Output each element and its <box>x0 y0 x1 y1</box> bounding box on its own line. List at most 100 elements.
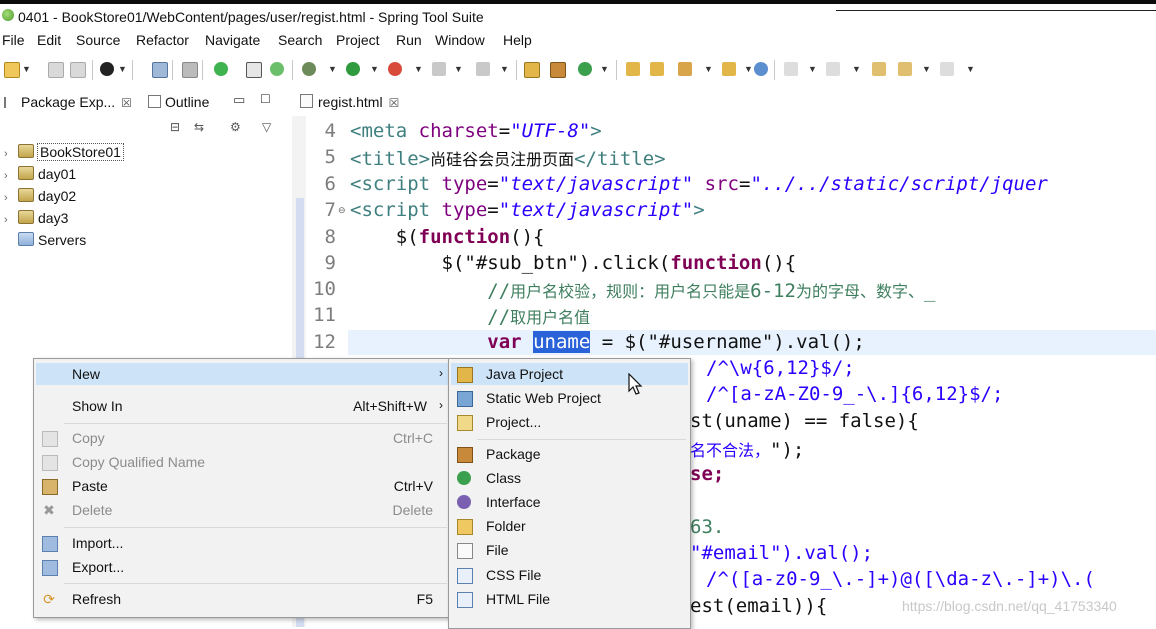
minimize-icon[interactable]: ▭ <box>233 92 245 108</box>
code-line-15-fragment[interactable]: st(uname) == false){ <box>690 410 919 432</box>
collapse-all-icon[interactable]: ⊟ <box>170 120 180 134</box>
menu-help[interactable]: Help <box>503 32 532 48</box>
menu-item-export[interactable]: Export... <box>36 556 449 578</box>
save-all-icon[interactable] <box>70 62 86 78</box>
menu-file[interactable]: File <box>2 32 25 48</box>
globe-icon[interactable] <box>754 62 768 76</box>
code-line-19-fragment[interactable]: 63. <box>690 516 724 538</box>
menu-item-delete[interactable]: ✖ Delete Delete <box>36 499 449 521</box>
code-line-16-fragment[interactable]: 名不合法，"); <box>690 437 804 461</box>
tree-item-day3[interactable]: › day3 <box>4 210 68 230</box>
code-line-13-fragment[interactable]: /^\w{6,12}$/; <box>706 357 855 379</box>
new-java-project-icon[interactable] <box>524 62 540 78</box>
tab-outline[interactable]: Outline <box>148 94 209 110</box>
menu-item-paste[interactable]: Paste Ctrl+V <box>36 475 449 497</box>
code-line-11[interactable]: //取用户名值 <box>350 304 590 328</box>
open-type-icon[interactable] <box>626 62 640 76</box>
chevron-down-icon[interactable]: ▼ <box>118 64 127 74</box>
submenu-item-static-web-project[interactable]: Static Web Project <box>451 387 688 409</box>
menu-item-refresh[interactable]: ⟳ Refresh F5 <box>36 588 449 610</box>
prev-annotation-icon[interactable] <box>826 62 840 76</box>
code-line-21-fragment[interactable]: /^([a-z0-9_\.-]+)@([\da-z\.-]+)\.( <box>706 568 1095 590</box>
save-icon[interactable] <box>48 62 64 78</box>
code-line-22-fragment[interactable]: est(email)){ <box>690 595 827 617</box>
external-tools-icon[interactable] <box>388 62 402 76</box>
tab-regist-html[interactable]: regist.html ☒ <box>300 94 399 110</box>
new-wizard-icon[interactable] <box>4 62 20 78</box>
code-line-4[interactable]: <meta charset="UTF-8"> <box>350 120 602 142</box>
chevron-down-icon[interactable]: ▼ <box>808 64 817 74</box>
menu-item-show-in[interactable]: Show In Alt+Shift+W › <box>36 395 449 417</box>
code-line-20-fragment[interactable]: "#email").val(); <box>690 542 873 564</box>
menu-window[interactable]: Window <box>435 32 485 48</box>
stop-icon[interactable] <box>432 62 446 76</box>
expand-icon[interactable]: › <box>4 192 18 204</box>
chevron-down-icon[interactable]: ▼ <box>922 64 931 74</box>
chevron-down-icon[interactable]: ▼ <box>966 64 975 74</box>
tab-package-explorer[interactable]: Package Exp... ☒ <box>4 94 132 110</box>
refresh-icon[interactable] <box>270 62 284 76</box>
menu-search[interactable]: Search <box>278 32 322 48</box>
debug-target-icon[interactable] <box>100 62 114 76</box>
menu-item-new[interactable]: New › <box>36 363 449 385</box>
chevron-down-icon[interactable]: ▼ <box>852 64 861 74</box>
menu-source[interactable]: Source <box>76 32 120 48</box>
chevron-down-icon[interactable]: ▼ <box>328 64 337 74</box>
submenu-item-interface[interactable]: Interface <box>451 491 688 513</box>
code-line-6[interactable]: <script type="text/javascript" src="../.… <box>350 173 1048 195</box>
chevron-down-icon[interactable]: ▼ <box>600 64 609 74</box>
chevron-down-icon[interactable]: ▼ <box>744 64 753 74</box>
chevron-down-icon[interactable]: ▼ <box>22 64 31 74</box>
submenu-item-java-project[interactable]: Java Project <box>451 363 688 385</box>
menu-refactor[interactable]: Refactor <box>136 32 189 48</box>
tree-item-day01[interactable]: › day01 <box>4 166 76 186</box>
forward-icon[interactable] <box>940 62 954 76</box>
menu-edit[interactable]: Edit <box>37 32 61 48</box>
submenu-item-file[interactable]: File <box>451 539 688 561</box>
expand-icon[interactable]: › <box>4 170 18 182</box>
tree-item-day02[interactable]: › day02 <box>4 188 76 208</box>
chevron-down-icon[interactable]: ▼ <box>500 64 509 74</box>
terminal-icon[interactable] <box>152 62 168 78</box>
menu-item-copy-qualified-name[interactable]: Copy Qualified Name <box>36 451 449 473</box>
chevron-down-icon[interactable]: ▼ <box>414 64 423 74</box>
submenu-item-html-file[interactable]: HTML File <box>451 588 688 610</box>
back-icon[interactable] <box>898 62 912 76</box>
submenu-item-package[interactable]: Package <box>451 443 688 465</box>
chevron-down-icon[interactable]: ▼ <box>370 64 379 74</box>
code-line-10[interactable]: //用户名校验，规则：用户名只能是6-12为的字母、数字、_ <box>350 278 935 302</box>
focus-task-icon[interactable]: ⚙ <box>230 120 241 134</box>
expand-icon[interactable]: › <box>4 148 18 160</box>
menu-navigate[interactable]: Navigate <box>205 32 260 48</box>
submenu-item-css-file[interactable]: CSS File <box>451 564 688 586</box>
code-line-12[interactable]: var uname = $("#username").val(); <box>350 331 865 353</box>
code-line-9[interactable]: $("#sub_btn").click(function(){ <box>350 252 797 274</box>
run-icon[interactable] <box>346 62 360 76</box>
skip-breakpoints-icon[interactable] <box>182 62 198 78</box>
view-menu-icon[interactable]: ▽ <box>262 120 271 134</box>
toggle-view-icon[interactable] <box>246 62 262 78</box>
close-icon[interactable]: ☒ <box>121 96 132 110</box>
code-line-7[interactable]: <script type="text/javascript"> <box>350 199 705 221</box>
new-class-icon[interactable] <box>578 62 592 76</box>
menu-item-copy[interactable]: Copy Ctrl+C <box>36 427 449 449</box>
debug-icon[interactable] <box>302 62 316 76</box>
chevron-down-icon[interactable]: ▼ <box>454 64 463 74</box>
chevron-down-icon[interactable]: ▼ <box>704 64 713 74</box>
new-package-icon[interactable] <box>550 62 566 78</box>
menu-item-import[interactable]: Import... <box>36 532 449 554</box>
fold-collapse-icon[interactable]: ⊖ <box>338 205 346 216</box>
code-line-17-fragment[interactable]: se; <box>690 463 724 485</box>
deploy-icon[interactable] <box>476 62 490 76</box>
next-annotation-icon[interactable] <box>784 62 798 76</box>
code-line-8[interactable]: $(function(){ <box>350 226 545 248</box>
code-line-14-fragment[interactable]: /^[a-zA-Z0-9_-\.]{6,12}$/; <box>706 383 1003 405</box>
tree-item-servers[interactable]: Servers <box>4 232 86 252</box>
submenu-item-project[interactable]: Project... <box>451 411 688 433</box>
submenu-item-class[interactable]: Class <box>451 467 688 489</box>
code-line-5[interactable]: <title>尚硅谷会员注册页面</title> <box>350 146 666 170</box>
menu-project[interactable]: Project <box>336 32 380 48</box>
link-with-editor-icon[interactable]: ⇆ <box>194 120 204 134</box>
tree-item-bookstore01[interactable]: › BookStore01 <box>4 143 124 164</box>
maximize-icon[interactable]: ☐ <box>260 92 271 106</box>
